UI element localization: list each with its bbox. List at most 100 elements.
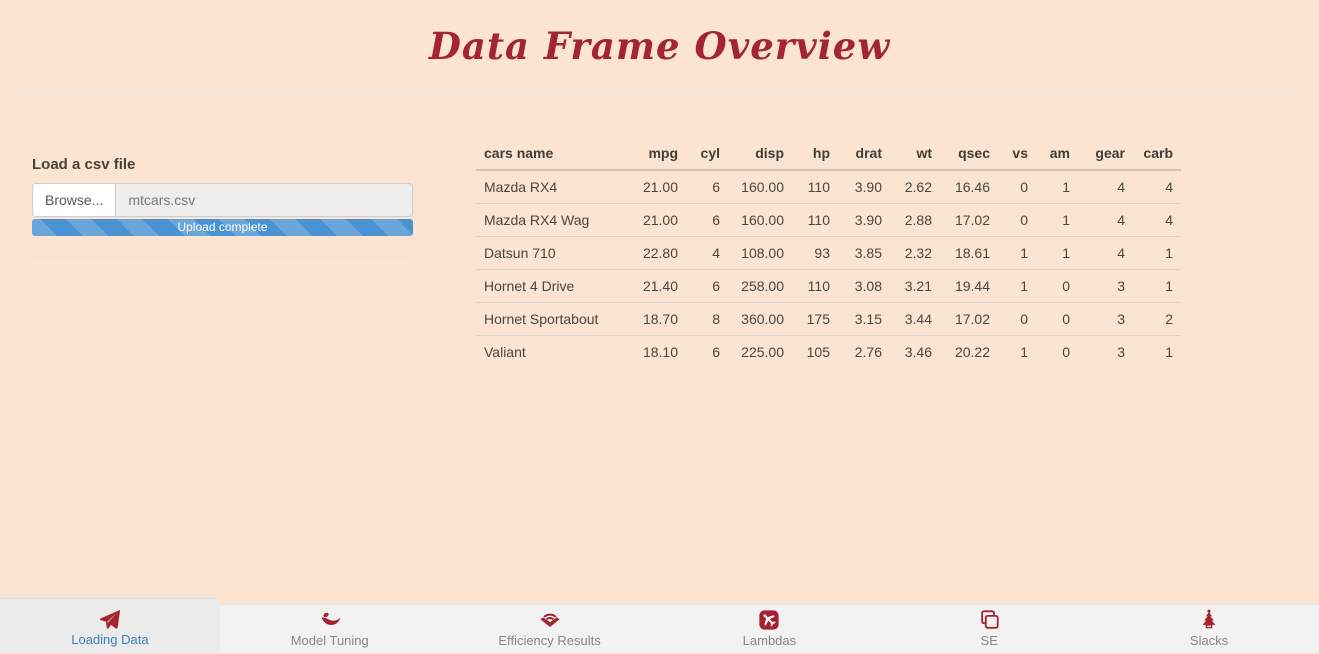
cell: 8 <box>686 303 728 336</box>
cell: 18.61 <box>940 237 998 270</box>
cell: 1 <box>998 336 1036 369</box>
column-header: wt <box>890 137 940 170</box>
cell: 21.00 <box>626 204 686 237</box>
cell: 3.46 <box>890 336 940 369</box>
column-header: vs <box>998 137 1036 170</box>
tab-lambdas[interactable]: Lambdas <box>659 605 879 654</box>
cell: 16.46 <box>940 170 998 204</box>
cell: 0 <box>998 303 1036 336</box>
cell: 2.88 <box>890 204 940 237</box>
tab-label: Lambdas <box>659 633 879 648</box>
cell: 0 <box>998 170 1036 204</box>
cell: 1 <box>1133 336 1181 369</box>
cell: 3.44 <box>890 303 940 336</box>
clone-icon <box>879 608 1099 632</box>
column-header: cyl <box>686 137 728 170</box>
cell-car-name: Hornet Sportabout <box>476 303 626 336</box>
column-header: carb <box>1133 137 1181 170</box>
cell: 17.02 <box>940 204 998 237</box>
cell: 3.21 <box>890 270 940 303</box>
cell: 18.70 <box>626 303 686 336</box>
cell: 6 <box>686 170 728 204</box>
cell: 4 <box>1078 204 1133 237</box>
tab-label: Loading Data <box>0 632 220 647</box>
cell: 360.00 <box>728 303 792 336</box>
cell: 3.15 <box>838 303 890 336</box>
column-header: hp <box>792 137 838 170</box>
table-row: Hornet Sportabout 18.70 8 360.00 175 3.1… <box>476 303 1181 336</box>
cell-car-name: Datsun 710 <box>476 237 626 270</box>
column-header: qsec <box>940 137 998 170</box>
sound-waves-icon <box>440 608 660 632</box>
cell: 2 <box>1133 303 1181 336</box>
cell: 3.90 <box>838 170 890 204</box>
cell: 21.40 <box>626 270 686 303</box>
cell: 4 <box>1133 170 1181 204</box>
tab-label: Slacks <box>1099 633 1319 648</box>
cell: 21.00 <box>626 170 686 204</box>
tab-loading-data[interactable]: Loading Data <box>0 598 220 653</box>
main-content: Load a csv file Browse... mtcars.csv Upl… <box>0 95 1319 368</box>
cell-car-name: Mazda RX4 <box>476 170 626 204</box>
cell: 6 <box>686 270 728 303</box>
tab-se[interactable]: SE <box>879 605 1099 654</box>
cell: 3 <box>1078 336 1133 369</box>
tab-model-tuning[interactable]: Model Tuning <box>220 605 440 654</box>
cell: 1 <box>1133 270 1181 303</box>
table-row: Mazda RX4 Wag 21.00 6 160.00 110 3.90 2.… <box>476 204 1181 237</box>
column-header: drat <box>838 137 890 170</box>
cell: 160.00 <box>728 170 792 204</box>
cell: 108.00 <box>728 237 792 270</box>
cell: 225.00 <box>728 336 792 369</box>
cell: 3 <box>1078 303 1133 336</box>
cell: 2.76 <box>838 336 890 369</box>
cell: 4 <box>1078 237 1133 270</box>
table-header-row: cars name mpg cyl disp hp drat wt qsec v… <box>476 137 1181 170</box>
cell: 6 <box>686 204 728 237</box>
file-input-group: Browse... mtcars.csv <box>32 183 413 217</box>
fly-plane-icon <box>659 608 879 632</box>
cell: 19.44 <box>940 270 998 303</box>
column-header: gear <box>1078 137 1133 170</box>
page-title: Data Frame Overview <box>0 24 1319 68</box>
cell: 1 <box>1036 170 1078 204</box>
tab-slacks[interactable]: Slacks <box>1099 605 1319 654</box>
cell: 1 <box>1133 237 1181 270</box>
cell: 0 <box>1036 303 1078 336</box>
cell: 4 <box>1078 170 1133 204</box>
cell: 6 <box>686 336 728 369</box>
file-name-field[interactable]: mtcars.csv <box>116 183 413 217</box>
cell: 0 <box>998 204 1036 237</box>
column-header: disp <box>728 137 792 170</box>
cell: 2.32 <box>890 237 940 270</box>
table-row: Hornet 4 Drive 21.40 6 258.00 110 3.08 3… <box>476 270 1181 303</box>
bottom-tab-bar: Loading Data Model Tuning Efficiency Res… <box>0 604 1319 653</box>
table-row: Valiant 18.10 6 225.00 105 2.76 3.46 20.… <box>476 336 1181 369</box>
cell: 160.00 <box>728 204 792 237</box>
csv-upload-panel: Load a csv file Browse... mtcars.csv Upl… <box>10 137 435 296</box>
upload-progress-bar: Upload complete <box>32 219 413 236</box>
tab-label: SE <box>879 633 1099 648</box>
column-header: cars name <box>476 137 626 170</box>
paper-plane-icon <box>0 607 220 631</box>
sidebar-divider <box>32 257 413 258</box>
tab-label: Model Tuning <box>220 633 440 648</box>
cell: 1 <box>998 237 1036 270</box>
cell: 4 <box>1133 204 1181 237</box>
file-input-label: Load a csv file <box>32 156 413 173</box>
tab-efficiency-results[interactable]: Efficiency Results <box>440 605 660 654</box>
page-header: Data Frame Overview <box>0 0 1319 68</box>
cell: 3.08 <box>838 270 890 303</box>
cell: 258.00 <box>728 270 792 303</box>
cell: 1 <box>1036 204 1078 237</box>
cell: 3.90 <box>838 204 890 237</box>
browse-button[interactable]: Browse... <box>32 183 116 217</box>
cell: 175 <box>792 303 838 336</box>
cell: 4 <box>686 237 728 270</box>
cell: 110 <box>792 204 838 237</box>
cell: 17.02 <box>940 303 998 336</box>
cell: 105 <box>792 336 838 369</box>
cell-car-name: Hornet 4 Drive <box>476 270 626 303</box>
cell: 0 <box>1036 336 1078 369</box>
cell: 93 <box>792 237 838 270</box>
